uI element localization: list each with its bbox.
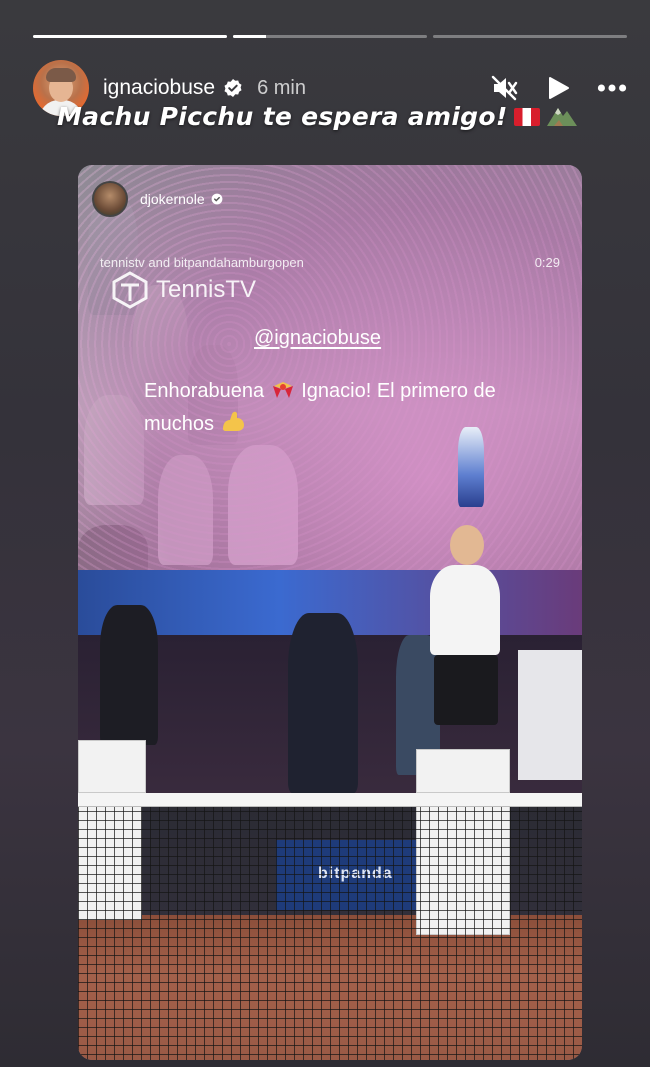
message-part-3: muchos [144,413,215,435]
post-header: djokernole [92,181,223,217]
player-figure [430,565,500,655]
story-progress [33,35,627,38]
tennistv-icon [112,271,148,309]
post-author[interactable]: djokernole [140,191,205,207]
video-credit: tennistv and bitpandahamburgopen [100,255,304,270]
message-part-2: Ignacio! El primero de [301,380,496,402]
post-message: Enhorabuena Ignacio! El primero de mucho… [144,375,554,440]
tennistv-logo: TennisTV [110,271,256,309]
play-button[interactable] [543,73,573,103]
caption-text: Machu Picchu te espera amigo! [57,102,508,131]
username[interactable]: ignaciobuse [103,76,215,100]
tennis-net [78,793,582,1060]
peru-flag-icon [513,108,540,126]
message-part-1: Enhorabuena [144,380,265,402]
story-controls [489,73,627,103]
net-tape [78,793,582,807]
post-author-avatar[interactable] [92,181,128,217]
more-options-button[interactable] [597,73,627,103]
sponsor-board [518,650,582,780]
mountain-icon [546,108,577,126]
play-icon [549,77,569,99]
verified-icon [224,79,242,97]
shared-post[interactable]: bitpanda djokernole tennistv and bitpand… [78,165,582,1060]
more-icon [597,84,627,92]
post-time: 6 min [257,76,306,99]
mute-icon [491,75,518,101]
flexed-biceps-icon [222,411,244,431]
progress-segment-3 [433,35,627,38]
verified-icon [211,193,223,205]
video-duration: 0:29 [534,255,560,270]
story-caption: Machu Picchu te espera amigo! [57,102,578,131]
mention-sticker[interactable]: @ignaciobuse [254,327,381,350]
tennistv-logo-text: TennisTV [156,276,257,303]
mute-button[interactable] [489,73,519,103]
progress-segment-2 [233,35,427,38]
ribbon-icon [272,382,293,398]
progress-segment-1 [33,35,227,38]
